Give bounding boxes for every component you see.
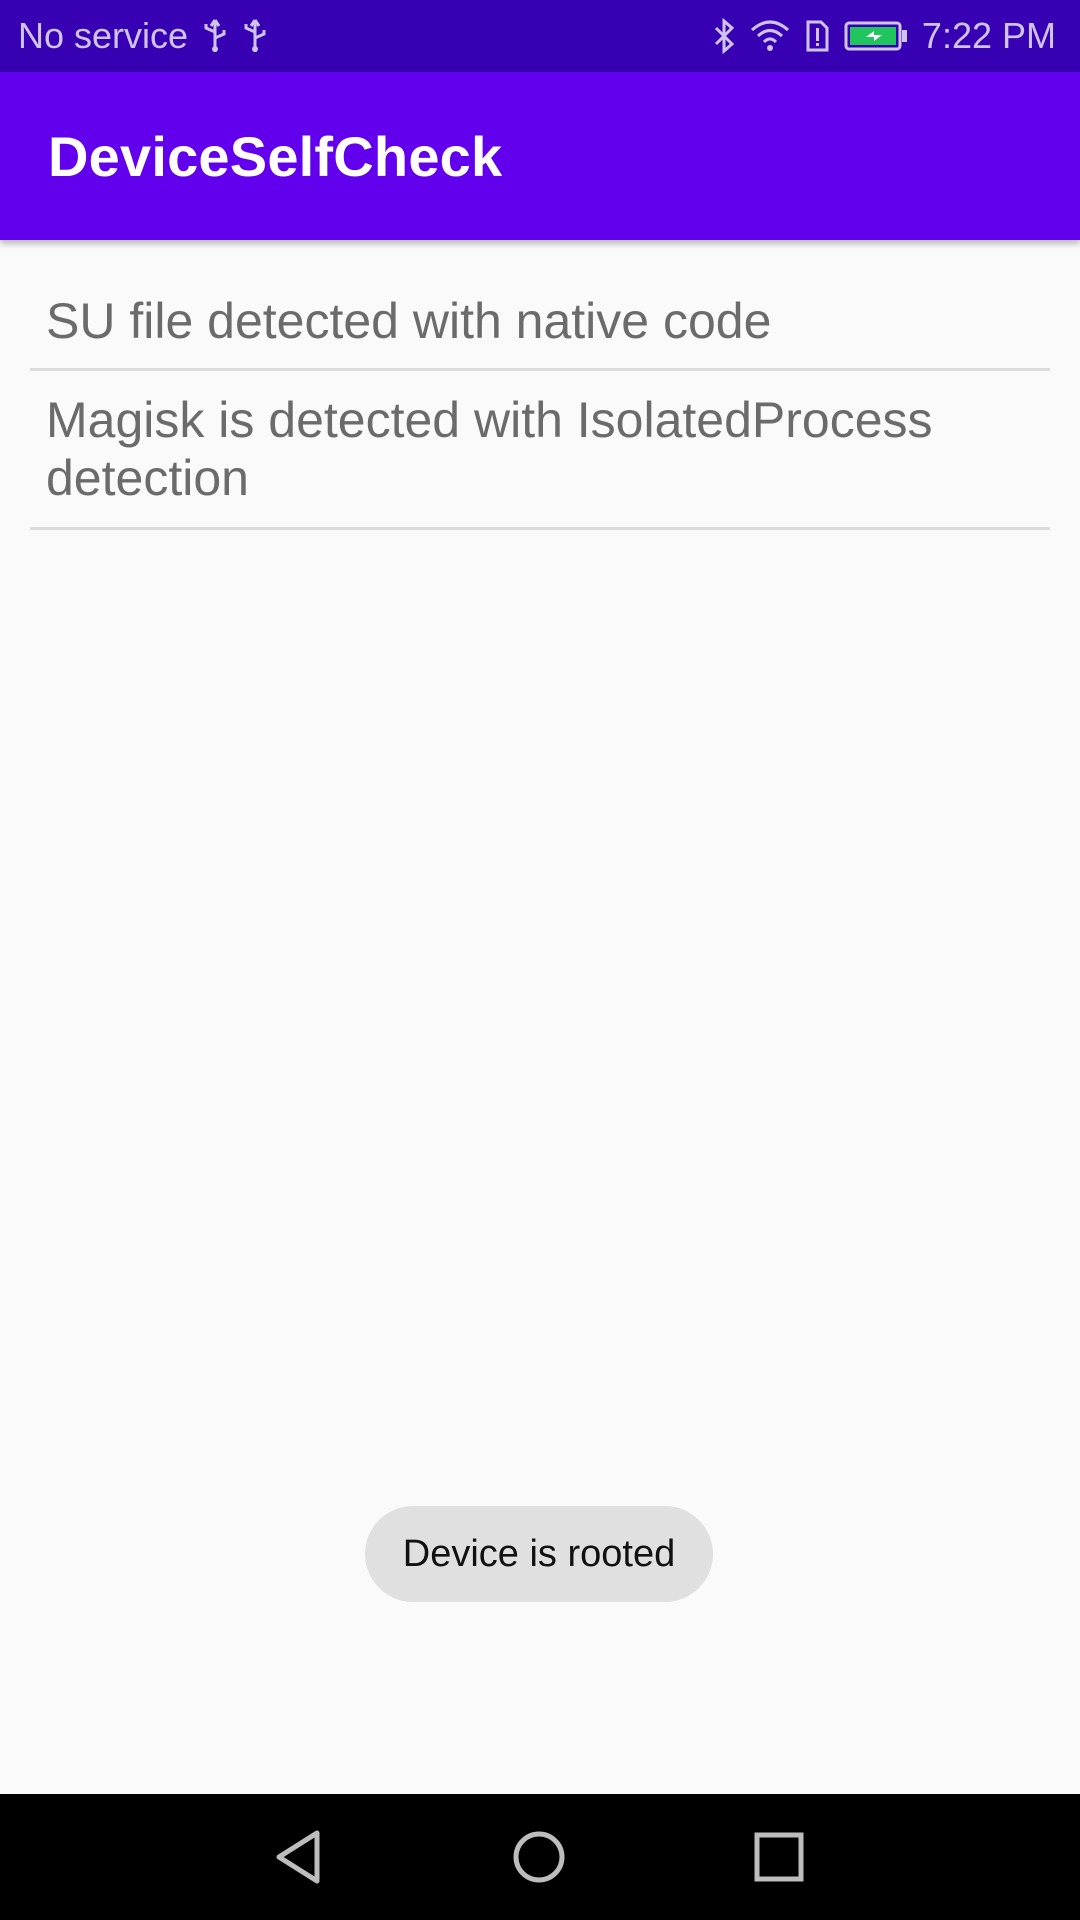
usb-icon bbox=[202, 16, 228, 56]
home-icon[interactable] bbox=[506, 1824, 572, 1890]
list-item[interactable]: SU file detected with native code bbox=[30, 252, 1050, 371]
battery-charging-icon bbox=[844, 16, 908, 56]
status-left: No service bbox=[18, 15, 268, 57]
recents-icon[interactable] bbox=[746, 1824, 812, 1890]
app-title: DeviceSelfCheck bbox=[48, 124, 503, 188]
navigation-bar bbox=[0, 1794, 1080, 1920]
status-time: 7:22 PM bbox=[921, 15, 1056, 56]
toast-message: Device is rooted bbox=[365, 1506, 713, 1602]
bluetooth-icon bbox=[712, 16, 736, 56]
app-bar: DeviceSelfCheck bbox=[0, 72, 1080, 240]
sim-alert-icon bbox=[804, 16, 830, 56]
screen: No service 7:22 PM DeviceSelfCheck SU fi… bbox=[0, 0, 1080, 1920]
list-item[interactable]: Magisk is detected with IsolatedProcess … bbox=[30, 371, 1050, 530]
wifi-icon bbox=[750, 16, 790, 56]
detection-list: SU file detected with native code Magisk… bbox=[30, 252, 1050, 530]
back-icon[interactable] bbox=[266, 1824, 332, 1890]
usb-icon bbox=[242, 16, 268, 56]
carrier-text: No service bbox=[18, 15, 189, 56]
status-right: 7:22 PM bbox=[712, 15, 1056, 57]
status-bar: No service 7:22 PM bbox=[0, 0, 1080, 72]
